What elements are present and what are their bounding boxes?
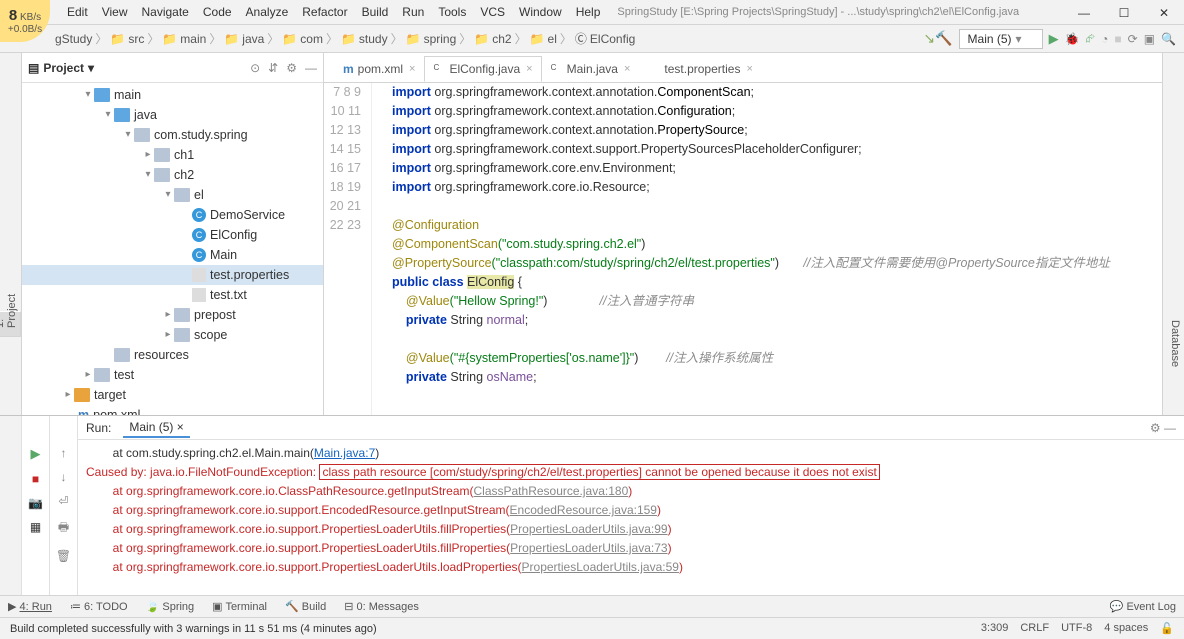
debug-button[interactable]: 🐞 (1065, 32, 1080, 46)
search-everywhere-button[interactable]: 🔍 (1161, 32, 1176, 46)
up-icon[interactable]: ↑ (61, 446, 67, 460)
tool-terminal-tab[interactable]: ▣ Terminal (212, 600, 267, 613)
tab-pom[interactable]: mpom.xml× (334, 56, 424, 82)
menu-window[interactable]: Window (512, 5, 569, 19)
console-output[interactable]: at com.study.spring.ch2.el.Main.main(Mai… (78, 440, 1184, 595)
menu-run[interactable]: Run (395, 5, 431, 19)
maximize-button[interactable]: ☐ (1104, 0, 1144, 25)
menu-tools[interactable]: Tools (431, 5, 473, 19)
print-icon[interactable]: 🖶 (58, 518, 69, 539)
navigation-bar: gStudy〉 📁 src〉 📁 main〉 📁 java〉 📁 com〉 📁 … (0, 25, 1184, 53)
menu-bar: Edit View Navigate Code Analyze Refactor… (0, 0, 1184, 25)
tab-elconfig[interactable]: CElConfig.java× (424, 56, 541, 82)
menu-view[interactable]: View (95, 5, 135, 19)
update-button[interactable]: ⟳ (1128, 32, 1138, 46)
indent-setting[interactable]: 4 spaces (1104, 622, 1148, 635)
menu-help[interactable]: Help (569, 5, 608, 19)
run-tab[interactable]: Main (5) × (123, 418, 189, 438)
close-icon[interactable]: × (624, 63, 630, 75)
event-log-button[interactable]: 💬 Event Log (1110, 600, 1176, 613)
close-button[interactable]: ✕ (1144, 0, 1184, 25)
layout-icon[interactable]: ▦ (30, 520, 41, 534)
tool-run-tab[interactable]: ▶ 4: Run (8, 600, 52, 613)
profile-button[interactable]: ◔ (1101, 32, 1108, 46)
gear-icon[interactable]: ⚙ — (1150, 421, 1176, 435)
bottom-tool-bar: ▶ 4: Run ≔ 6: TODO 🍃 Spring ▣ Terminal 🔨… (0, 595, 1184, 617)
close-icon[interactable]: × (409, 63, 415, 75)
close-icon[interactable]: × (746, 63, 752, 75)
wrap-icon[interactable]: ⏎ (58, 494, 68, 508)
select-opened-file-icon[interactable]: ⊙ (250, 61, 260, 75)
minimize-button[interactable]: — (1064, 0, 1104, 25)
expand-all-icon[interactable]: ⇵ (268, 61, 278, 75)
hide-panel-icon[interactable]: — (305, 61, 317, 75)
down-icon[interactable]: ↓ (61, 470, 67, 484)
tool-project-tab[interactable]: 1: Project (0, 311, 21, 337)
stop-icon[interactable]: ■ (32, 472, 39, 486)
tool-todo-tab[interactable]: ≔ 6: TODO (70, 600, 128, 613)
breadcrumb[interactable]: gStudy〉 📁 src〉 📁 main〉 📁 java〉 📁 com〉 📁 … (0, 30, 635, 47)
trash-icon[interactable]: 🗑 (56, 549, 71, 563)
run-label: Run: (86, 421, 111, 435)
editor-area: mpom.xml× CElConfig.java× CMain.java× te… (324, 53, 1162, 595)
window-title-path: SpringStudy [E:\Spring Projects\SpringSt… (617, 6, 1019, 18)
file-encoding[interactable]: UTF-8 (1061, 622, 1092, 635)
run-config-selector[interactable]: Main (5) ▾ (959, 29, 1043, 49)
tab-main[interactable]: CMain.java× (542, 56, 640, 82)
coverage-button[interactable]: ⮳ (1086, 31, 1096, 46)
tool-messages-tab[interactable]: ⊟ 0: Messages (344, 600, 419, 613)
tool-database-tab[interactable]: Database (1166, 311, 1184, 337)
build-icon[interactable]: ↘🔨 (923, 30, 952, 47)
run-tool-window: ▶ ■ 📷 ▦ ↑ ↓ ⏎ 🖶 🗑 Run: Main (5) × ⚙ — at (0, 415, 1184, 595)
menu-edit[interactable]: Edit (60, 5, 95, 19)
caret-position[interactable]: 3:309 (981, 622, 1009, 635)
tab-testprops[interactable]: test.properties× (639, 56, 761, 82)
menu-code[interactable]: Code (196, 5, 239, 19)
project-panel-title[interactable]: ▤ Project ▾ (28, 61, 94, 75)
tool-build-tab[interactable]: 🔨 Build (285, 600, 326, 613)
rerun-icon[interactable]: ▶ (31, 446, 41, 462)
menu-navigate[interactable]: Navigate (134, 5, 195, 19)
gear-icon[interactable]: ⚙ (286, 61, 297, 75)
run-button[interactable]: ▶ (1049, 31, 1059, 47)
menu-refactor[interactable]: Refactor (295, 5, 354, 19)
status-message: Build completed successfully with 3 warn… (10, 623, 377, 635)
attach-icon[interactable]: 📷 (28, 496, 43, 510)
menu-analyze[interactable]: Analyze (239, 5, 296, 19)
menu-vcs[interactable]: VCS (473, 5, 512, 19)
status-bar: Build completed successfully with 3 warn… (0, 617, 1184, 639)
lock-icon[interactable]: 🔓 (1160, 622, 1174, 635)
tool-spring-tab[interactable]: 🍃 Spring (146, 600, 195, 613)
editor-tabs: mpom.xml× CElConfig.java× CMain.java× te… (324, 53, 1162, 83)
stop-button[interactable]: ■ (1114, 32, 1121, 46)
project-structure-button[interactable]: ▣ (1144, 32, 1155, 46)
line-separator[interactable]: CRLF (1020, 622, 1049, 635)
close-icon[interactable]: × (526, 63, 532, 75)
menu-build[interactable]: Build (355, 5, 396, 19)
